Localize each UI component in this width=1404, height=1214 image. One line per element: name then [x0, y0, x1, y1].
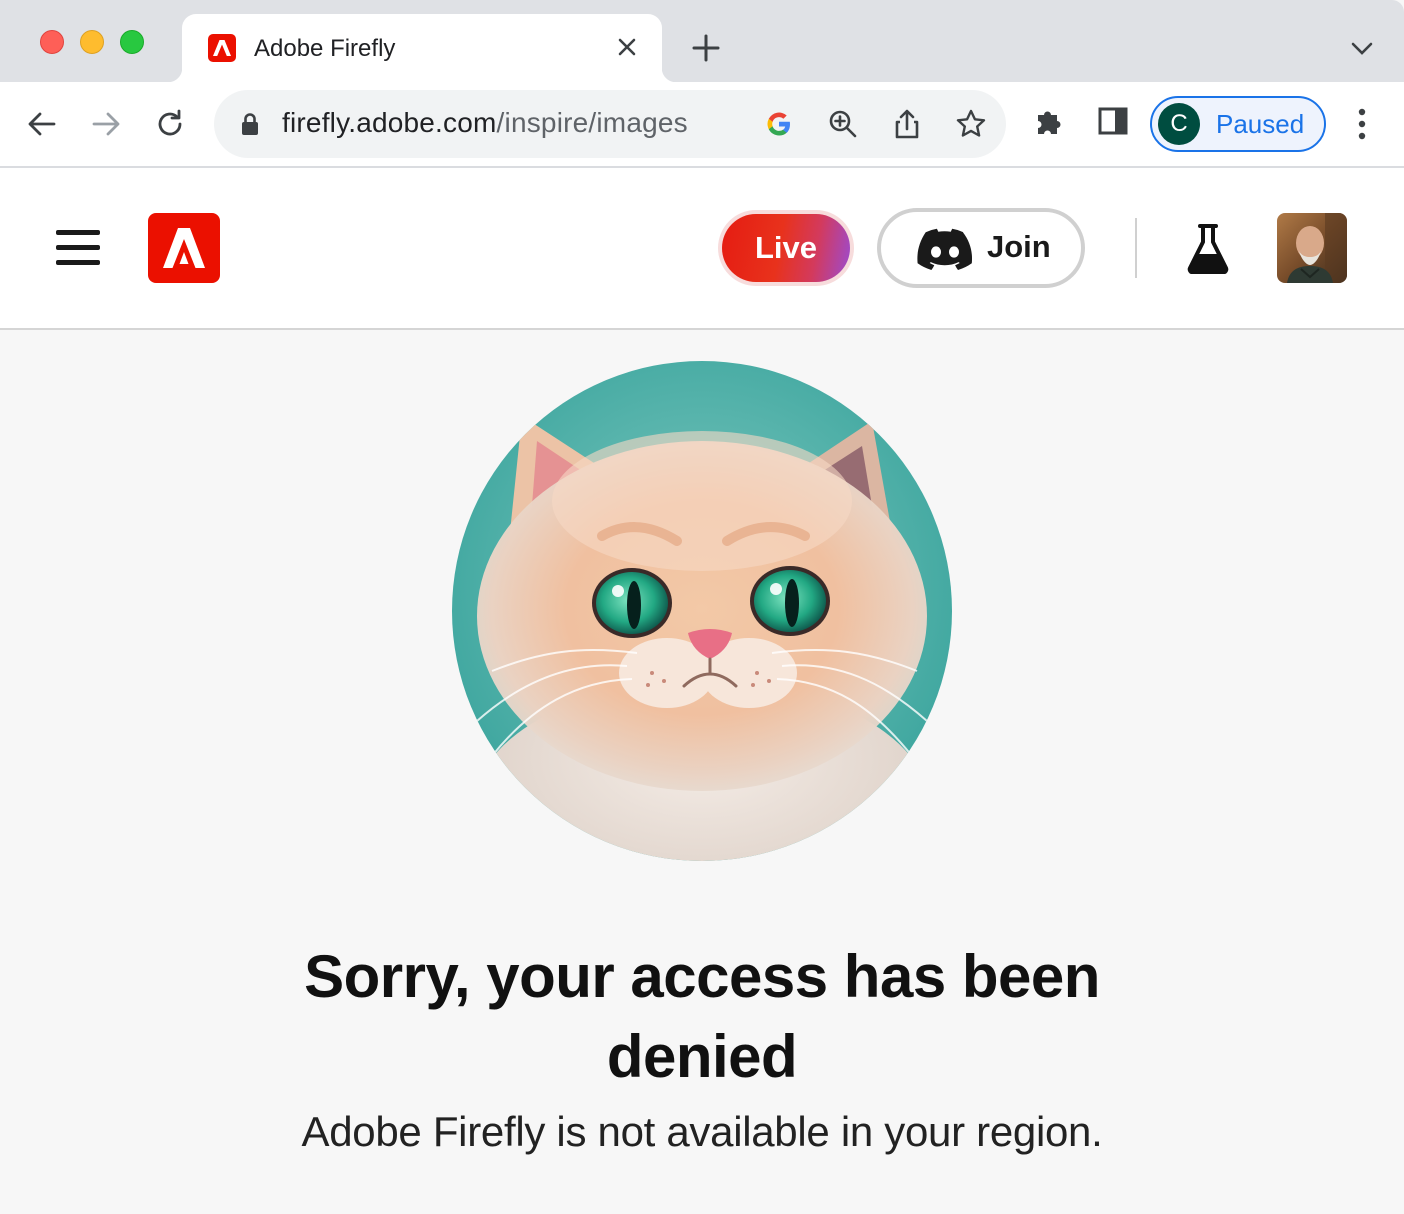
user-avatar[interactable]: [1277, 213, 1347, 283]
chevron-down-icon[interactable]: [1348, 36, 1376, 60]
flask-labs-icon[interactable]: [1186, 224, 1230, 275]
browser-tab-active[interactable]: Adobe Firefly: [168, 14, 676, 82]
adobe-favicon-icon: [208, 34, 236, 62]
tab-title: Adobe Firefly: [254, 35, 396, 62]
url-host: firefly.adobe.com: [282, 107, 497, 138]
sync-status-label: Paused: [1216, 109, 1305, 139]
live-label: Live: [722, 214, 850, 282]
header-divider: [1135, 218, 1137, 278]
site-header: Live Join: [0, 168, 1404, 330]
side-panel-icon[interactable]: [1096, 104, 1130, 138]
region-unavailable-message: Adobe Firefly is not available in your r…: [301, 1108, 1103, 1155]
hamburger-menu-icon[interactable]: [56, 230, 100, 266]
browser-toolbar: firefly.adobe.com/inspire/images C Pause…: [0, 82, 1404, 168]
bookmark-star-icon[interactable]: [954, 107, 988, 141]
share-icon[interactable]: [890, 107, 924, 141]
join-label: Join: [987, 229, 1051, 264]
url-text[interactable]: firefly.adobe.com/inspire/images: [282, 107, 688, 139]
profile-button[interactable]: C Paused: [1150, 96, 1326, 152]
sad-kitten-illustration: [452, 361, 952, 861]
url-path: /inspire/images: [496, 107, 688, 138]
forward-arrow-icon[interactable]: [88, 106, 124, 142]
address-bar[interactable]: firefly.adobe.com/inspire/images: [214, 90, 1006, 158]
extensions-puzzle-icon[interactable]: [1032, 104, 1066, 138]
profile-avatar: C: [1158, 103, 1200, 145]
reload-icon[interactable]: [152, 106, 188, 142]
adobe-logo[interactable]: [148, 213, 220, 283]
new-tab-plus-icon[interactable]: [690, 32, 722, 64]
access-denied-heading: Sorry, your access has been denied: [304, 943, 1100, 1090]
window-zoom-button[interactable]: [120, 30, 144, 54]
window-close-button[interactable]: [40, 30, 64, 54]
close-tab-icon[interactable]: [612, 32, 642, 62]
lock-icon[interactable]: [240, 112, 260, 136]
window-minimize-button[interactable]: [80, 30, 104, 54]
zoom-in-icon[interactable]: [826, 107, 860, 141]
google-lens-icon[interactable]: [762, 107, 796, 141]
discord-icon: [917, 228, 973, 270]
more-vertical-icon[interactable]: [1346, 104, 1378, 144]
browser-tab-strip: Adobe Firefly: [0, 0, 1404, 82]
discord-join-button[interactable]: Join: [877, 208, 1085, 288]
live-button[interactable]: Live: [718, 210, 854, 286]
back-arrow-icon[interactable]: [24, 106, 60, 142]
